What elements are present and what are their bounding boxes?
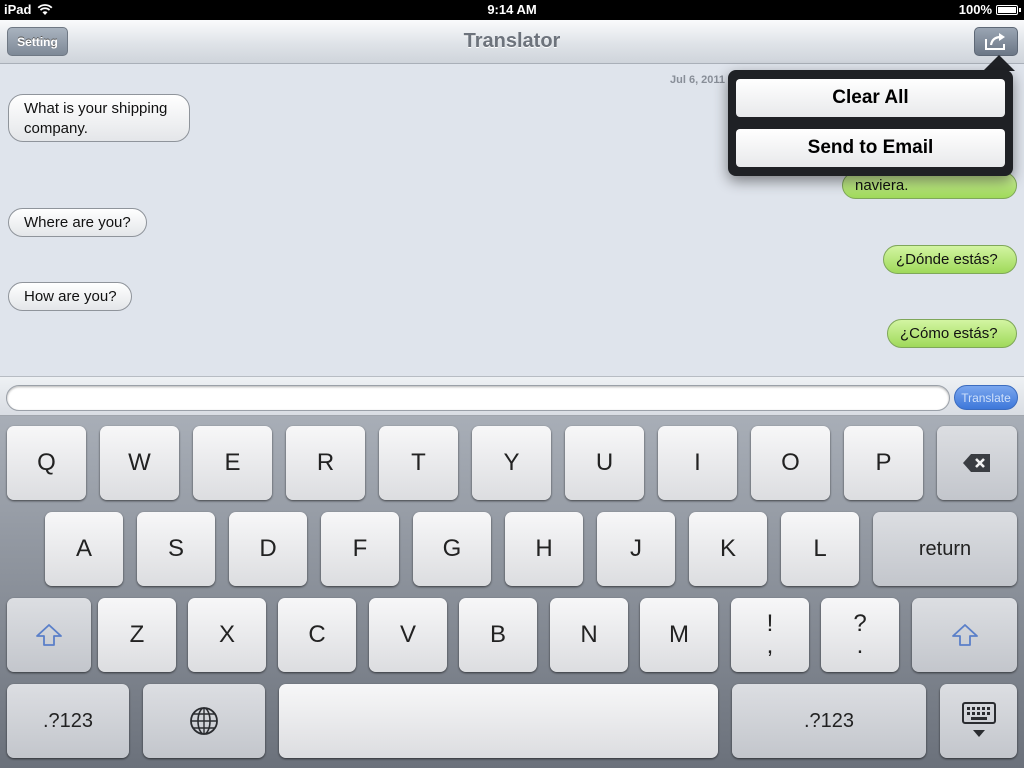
input-bar: Translate bbox=[0, 376, 1024, 416]
key-t[interactable]: T bbox=[379, 426, 458, 500]
globe-key[interactable] bbox=[143, 684, 265, 758]
shift-key-right[interactable] bbox=[912, 598, 1017, 672]
key-s[interactable]: S bbox=[137, 512, 215, 586]
backspace-key[interactable] bbox=[937, 426, 1017, 500]
key-p[interactable]: P bbox=[844, 426, 923, 500]
incoming-bubble: What is your shipping company. bbox=[8, 94, 190, 142]
share-icon bbox=[985, 32, 1005, 50]
key-x[interactable]: X bbox=[188, 598, 266, 672]
popover-arrow bbox=[983, 55, 1015, 71]
battery-percent: 100% bbox=[958, 2, 992, 17]
shift-icon bbox=[951, 624, 978, 646]
keyboard-hide-icon bbox=[961, 702, 996, 737]
key-c[interactable]: C bbox=[278, 598, 356, 672]
key-l[interactable]: L bbox=[781, 512, 859, 586]
key-u[interactable]: U bbox=[565, 426, 644, 500]
clock: 9:14 AM bbox=[487, 2, 537, 17]
incoming-bubble: How are you? bbox=[8, 282, 132, 311]
send-to-email-button[interactable]: Send to Email bbox=[736, 129, 1005, 167]
outgoing-bubble: naviera. bbox=[842, 172, 1017, 199]
status-bar: iPad 9:14 AM 100% bbox=[0, 0, 1024, 20]
key-e[interactable]: E bbox=[193, 426, 272, 500]
key-f[interactable]: F bbox=[321, 512, 399, 586]
key-k[interactable]: K bbox=[689, 512, 767, 586]
message-input[interactable] bbox=[6, 385, 950, 411]
key-h[interactable]: H bbox=[505, 512, 583, 586]
status-right: 100% bbox=[958, 2, 1021, 17]
key-o[interactable]: O bbox=[751, 426, 830, 500]
share-popover: Clear All Send to Email bbox=[728, 70, 1013, 176]
return-key[interactable]: return bbox=[873, 512, 1017, 586]
key-d[interactable]: D bbox=[229, 512, 307, 586]
outgoing-bubble: ¿Dónde estás? bbox=[883, 245, 1017, 274]
key-b[interactable]: B bbox=[459, 598, 537, 672]
key-q[interactable]: Q bbox=[7, 426, 86, 500]
backspace-icon bbox=[963, 454, 990, 472]
translate-button[interactable]: Translate bbox=[954, 385, 1018, 410]
key-bottom-char: , bbox=[766, 632, 774, 659]
outgoing-bubble: ¿Cómo estás? bbox=[887, 319, 1017, 348]
page-title: Translator bbox=[463, 30, 561, 52]
key-bottom-char: . bbox=[856, 632, 864, 659]
key-a[interactable]: A bbox=[45, 512, 123, 586]
key-w[interactable]: W bbox=[100, 426, 179, 500]
incoming-bubble: Where are you? bbox=[8, 208, 147, 237]
key-i[interactable]: I bbox=[658, 426, 737, 500]
date-label: Jul 6, 2011 bbox=[670, 74, 726, 86]
key-g[interactable]: G bbox=[413, 512, 491, 586]
space-key[interactable] bbox=[279, 684, 718, 758]
key-z[interactable]: Z bbox=[98, 598, 176, 672]
numbers-key-right[interactable]: .?123 bbox=[732, 684, 926, 758]
key-v[interactable]: V bbox=[369, 598, 447, 672]
clear-all-button[interactable]: Clear All bbox=[736, 79, 1005, 117]
battery-icon bbox=[996, 4, 1021, 15]
shift-icon bbox=[36, 624, 62, 646]
key-question-period[interactable]: ? . bbox=[821, 598, 899, 672]
key-r[interactable]: R bbox=[286, 426, 365, 500]
shift-key-left[interactable] bbox=[7, 598, 91, 672]
numbers-key-left[interactable]: .?123 bbox=[7, 684, 129, 758]
key-j[interactable]: J bbox=[597, 512, 675, 586]
key-m[interactable]: M bbox=[640, 598, 718, 672]
share-button[interactable] bbox=[974, 27, 1018, 56]
hide-keyboard-key[interactable] bbox=[940, 684, 1017, 758]
navigation-bar: Setting Translator bbox=[0, 20, 1024, 64]
key-exclamation-comma[interactable]: ! , bbox=[731, 598, 809, 672]
key-n[interactable]: N bbox=[550, 598, 628, 672]
key-y[interactable]: Y bbox=[472, 426, 551, 500]
globe-icon bbox=[190, 707, 218, 735]
keyboard: Q W E R T Y U I O P A S D F G H J K L re… bbox=[0, 416, 1024, 768]
